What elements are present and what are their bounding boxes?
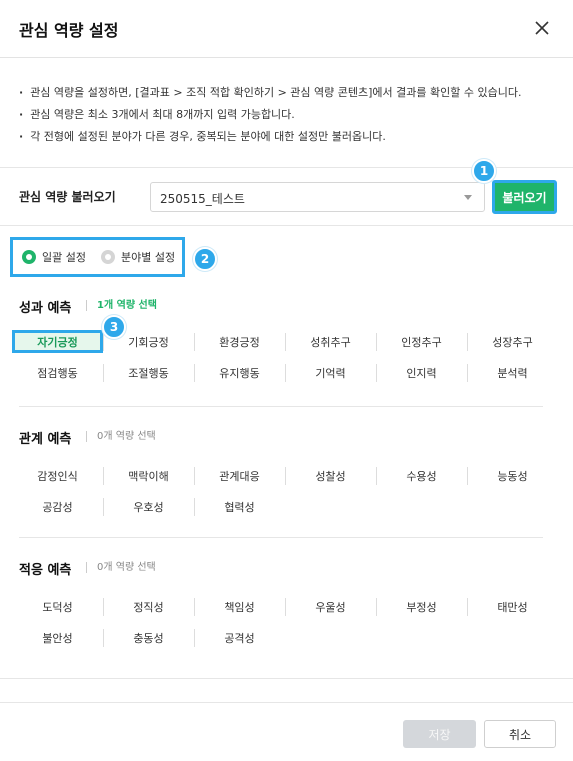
section-selected-count: 0개 역량 선택	[86, 431, 156, 442]
competency-chip[interactable]: 기억력	[285, 361, 376, 384]
competency-chip[interactable]: 인지력	[376, 361, 467, 384]
divider	[0, 225, 573, 226]
competency-chip[interactable]: 우호성	[103, 495, 194, 518]
divider	[19, 406, 543, 407]
info-notes: 관심 역량을 설정하면, [결과표 > 조직 적합 확인하기 > 관심 역량 콘…	[19, 82, 521, 148]
grid-row: 공감성 우호성 협력성	[12, 495, 557, 526]
radio-checked-icon	[22, 250, 36, 264]
section-selected-count: 1개 역량 선택	[86, 300, 157, 311]
section-title: 성과 예측	[19, 301, 72, 316]
competency-chip[interactable]: 맥락이해	[103, 464, 194, 487]
competency-chip[interactable]: 성취추구	[285, 330, 376, 353]
competency-chip[interactable]: 부정성	[376, 595, 467, 618]
grid-row: 점검행동 조절행동 유지행동 기억력 인지력 분석력	[12, 361, 557, 392]
competency-chip[interactable]: 충동성	[103, 626, 194, 649]
chevron-down-icon	[464, 195, 472, 200]
competency-chip[interactable]: 도덕성	[12, 595, 103, 618]
dialog-title: 관심 역량 설정	[19, 21, 119, 40]
grid-row: 도덕성 정직성 책임성 우울성 부정성 태만성	[12, 595, 557, 626]
note-item: 관심 역량은 최소 3개에서 최대 8개까지 입력 가능합니다.	[19, 104, 521, 126]
grid-row: 감정인식 맥락이해 관계대응 성찰성 수용성 능동성	[12, 464, 557, 495]
section-title: 관계 예측	[19, 432, 72, 447]
competency-chip[interactable]: 감정인식	[12, 464, 103, 487]
note-item: 각 전형에 설정된 분야가 다른 경우, 중복되는 분야에 대한 설정만 불러옵…	[19, 126, 521, 148]
competency-chip[interactable]: 점검행동	[12, 361, 103, 384]
radio-label: 일괄 설정	[42, 251, 86, 264]
section-title: 적응 예측	[19, 563, 72, 578]
competency-chip[interactable]: 책임성	[194, 595, 285, 618]
preset-select-value: 250515_테스트	[160, 192, 245, 206]
competency-grid-performance: 자기긍정 기회긍정 환경긍정 성취추구 인정추구 성장추구 점검행동 조절행동 …	[12, 330, 557, 392]
competency-chip[interactable]: 유지행동	[194, 361, 285, 384]
dialog-header: 관심 역량 설정	[0, 0, 573, 58]
annotation-badge-3: 3	[102, 315, 126, 339]
competency-chip[interactable]: 공격성	[194, 626, 285, 649]
note-item: 관심 역량을 설정하면, [결과표 > 조직 적합 확인하기 > 관심 역량 콘…	[19, 82, 521, 104]
radio-unchecked-icon	[101, 250, 115, 264]
radio-per-field-setting[interactable]: 분야별 설정	[101, 249, 175, 265]
competency-chip[interactable]: 성장추구	[467, 330, 558, 353]
competency-chip[interactable]: 인정추구	[376, 330, 467, 353]
section-selected-count: 0개 역량 선택	[86, 562, 156, 573]
preset-select[interactable]: 250515_테스트	[150, 182, 485, 212]
close-icon[interactable]	[528, 14, 556, 42]
competency-chip[interactable]: 태만성	[467, 595, 558, 618]
radio-bulk-setting[interactable]: 일괄 설정	[22, 249, 86, 265]
grid-row: 자기긍정 기회긍정 환경긍정 성취추구 인정추구 성장추구	[12, 330, 557, 361]
save-button[interactable]: 저장	[403, 720, 476, 748]
grid-row: 불안성 충동성 공격성	[12, 626, 557, 657]
competency-chip[interactable]: 성찰성	[285, 464, 376, 487]
divider	[0, 678, 573, 679]
load-label: 관심 역량 불러오기	[19, 190, 116, 204]
competency-chip[interactable]: 분석력	[467, 361, 558, 384]
competency-chip[interactable]: 공감성	[12, 495, 103, 518]
competency-chip[interactable]: 환경긍정	[194, 330, 285, 353]
competency-chip[interactable]: 불안성	[12, 626, 103, 649]
footer-divider	[0, 702, 573, 703]
load-button[interactable]: 불러오기	[492, 180, 557, 214]
competency-chip[interactable]: 자기긍정	[12, 330, 103, 353]
competency-chip[interactable]: 조절행동	[103, 361, 194, 384]
competency-chip[interactable]: 정직성	[103, 595, 194, 618]
annotation-badge-1: 1	[472, 159, 496, 183]
competency-grid-adaptation: 도덕성 정직성 책임성 우울성 부정성 태만성 불안성 충동성 공격성	[12, 595, 557, 657]
annotation-badge-2: 2	[193, 247, 217, 271]
competency-chip[interactable]: 수용성	[376, 464, 467, 487]
competency-chip[interactable]: 우울성	[285, 595, 376, 618]
competency-chip[interactable]: 협력성	[194, 495, 285, 518]
competency-chip[interactable]: 관계대응	[194, 464, 285, 487]
mode-radio-group: 일괄 설정 분야별 설정	[10, 237, 185, 277]
divider	[19, 537, 543, 538]
competency-grid-relationship: 감정인식 맥락이해 관계대응 성찰성 수용성 능동성 공감성 우호성 협력성	[12, 464, 557, 526]
competency-chip[interactable]: 능동성	[467, 464, 558, 487]
radio-label: 분야별 설정	[121, 251, 176, 264]
cancel-button[interactable]: 취소	[484, 720, 556, 748]
